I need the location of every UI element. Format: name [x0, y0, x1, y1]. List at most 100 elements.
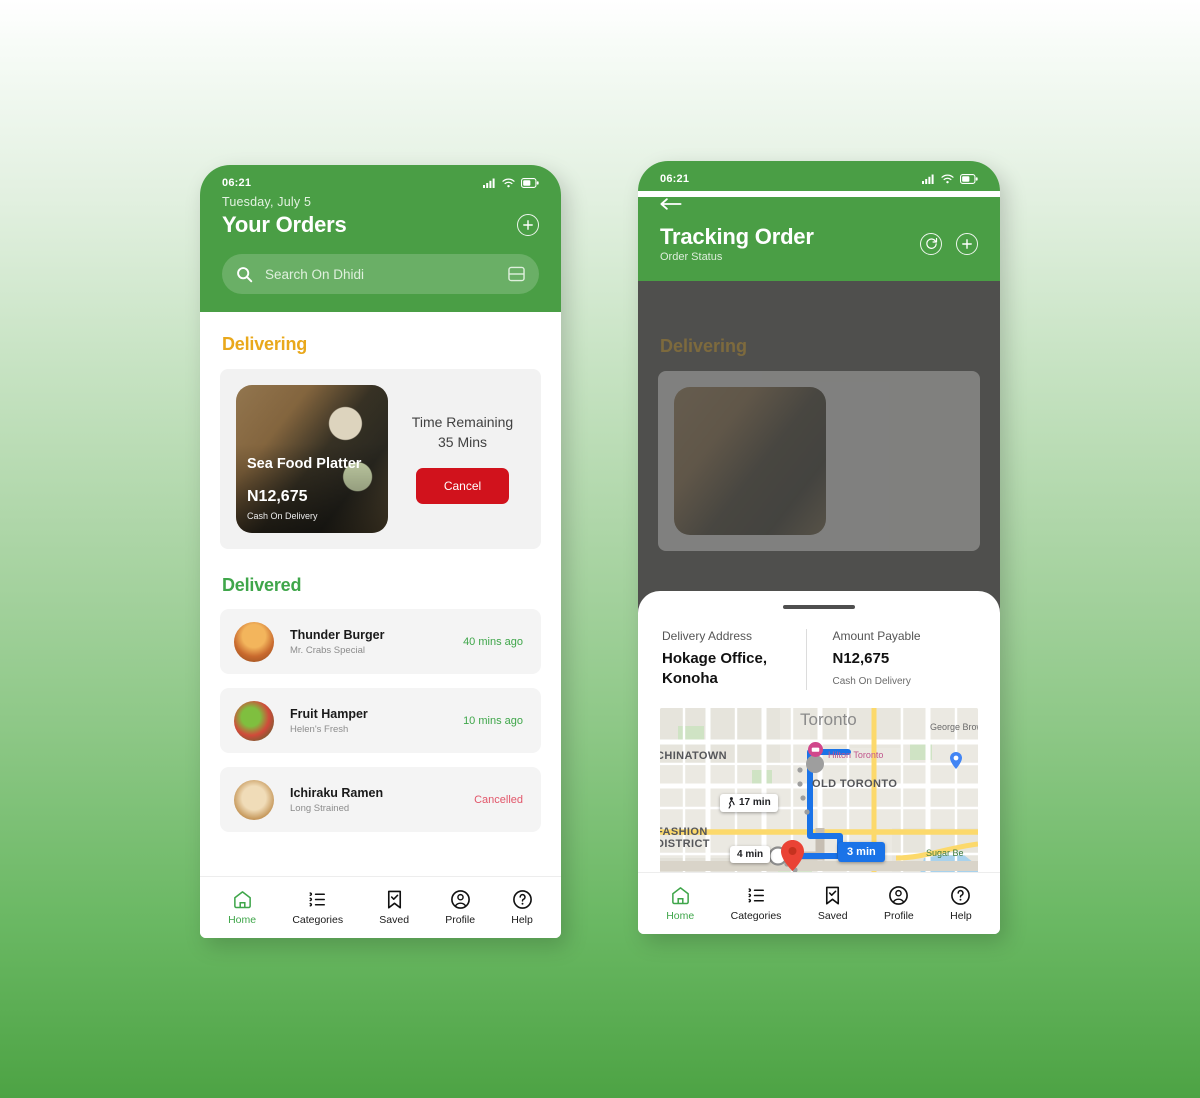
question-circle-icon — [951, 886, 971, 905]
question-circle-icon — [512, 890, 532, 909]
order-vendor: Helen's Fresh — [290, 723, 349, 735]
nav-label: Categories — [292, 914, 344, 926]
amount-payable-value: N12,675 — [832, 650, 890, 667]
status-badge: Cancelled — [474, 793, 523, 806]
add-button[interactable] — [956, 232, 978, 255]
nav-item-categories[interactable]: Categories — [730, 885, 782, 922]
table-row[interactable]: Thunder Burger Mr. Crabs Special 40 mins… — [220, 609, 541, 674]
time-remaining-label: Time Remaining — [411, 414, 514, 430]
page-subtitle: Order Status — [660, 251, 723, 263]
list-icon — [309, 892, 326, 907]
status-icons — [483, 178, 539, 188]
header-date: Tuesday, July 5 — [222, 195, 312, 209]
nav-label: Home — [228, 914, 257, 926]
nav-label: Categories — [730, 910, 782, 922]
status-badge: 10 mins ago — [463, 714, 523, 727]
list-icon — [748, 888, 764, 903]
table-row[interactable]: Fruit Hamper Helen's Fresh 10 mins ago — [220, 688, 541, 753]
nav-item-home[interactable]: Home — [228, 889, 256, 926]
order-name: Ichiraku Ramen — [290, 785, 384, 800]
user-circle-icon — [450, 890, 470, 909]
background-section-title: Delivering — [660, 336, 748, 356]
search-bar[interactable] — [222, 254, 539, 294]
battery-icon — [960, 174, 978, 184]
bottom-navigation: Home Categories Saved Profile Help — [200, 876, 561, 938]
page-title: Your Orders — [222, 212, 347, 237]
map-label-george-brown: George Brown College - S — [930, 721, 978, 732]
route-badge-drive-3[interactable]: 3 min — [838, 841, 885, 862]
wifi-icon — [502, 178, 515, 188]
table-row[interactable]: Ichiraku Ramen Long Strained Cancelled — [220, 767, 541, 832]
hotel-poi-icon — [808, 741, 823, 762]
food-price: N12,675 — [247, 488, 308, 505]
nav-item-help[interactable]: Help — [950, 885, 972, 922]
background-food-image — [674, 387, 826, 535]
order-vendor: Long Strained — [290, 802, 350, 814]
bottom-navigation: Home Categories Saved Profile Help — [638, 872, 1000, 934]
route-badge-label: 4 min — [737, 848, 764, 860]
nav-item-profile[interactable]: Profile — [884, 885, 914, 922]
amount-payable-label: Amount Payable — [832, 629, 921, 643]
status-badge: 40 mins ago — [463, 635, 523, 648]
order-thumbnail — [234, 700, 274, 741]
order-vendor: Mr. Crabs Special — [290, 644, 365, 656]
home-icon — [233, 891, 251, 909]
nav-item-saved[interactable]: Saved — [379, 889, 409, 926]
nav-label: Home — [666, 910, 695, 922]
route-badge-walk-17[interactable]: 17 min — [720, 793, 778, 812]
nav-label: Help — [950, 910, 972, 922]
map-label-sugar-beach: Sugar Be — [926, 847, 964, 858]
status-time: 06:21 — [222, 177, 252, 189]
add-order-button[interactable] — [517, 214, 539, 236]
delivering-order-card[interactable]: Sea Food Platter N12,675 Cash On Deliver… — [220, 369, 541, 549]
order-thumbnail — [234, 779, 274, 820]
order-name: Fruit Hamper — [290, 706, 368, 721]
time-remaining-value: 35 Mins — [437, 434, 488, 450]
search-input[interactable] — [265, 266, 496, 282]
plus-icon — [962, 238, 972, 249]
wifi-icon — [941, 174, 954, 184]
nav-label: Saved — [817, 910, 848, 922]
map-label-city: Toronto — [800, 709, 857, 729]
nav-item-home[interactable]: Home — [666, 885, 694, 922]
nav-item-saved[interactable]: Saved — [818, 885, 848, 922]
payment-method: Cash On Delivery — [247, 511, 318, 521]
delivering-section-title: Delivering — [222, 334, 308, 354]
cancel-order-button[interactable]: Cancel — [415, 468, 510, 504]
delivery-address-value: Hokage Office, Konoha — [662, 650, 768, 688]
nav-item-categories[interactable]: Categories — [292, 889, 343, 926]
back-button[interactable] — [660, 197, 978, 216]
map-label-fashion-district: FASHION DISTRICT — [660, 825, 710, 851]
sheet-drag-handle[interactable] — [783, 605, 855, 609]
user-circle-icon — [889, 886, 909, 905]
tracking-header: Tracking Order Order Status — [638, 197, 1000, 281]
payment-method-note: Cash On Delivery — [832, 676, 911, 688]
map-label-chinatown: CHINATOWN — [660, 749, 728, 762]
status-icons — [922, 174, 978, 184]
nav-item-help[interactable]: Help — [511, 889, 533, 926]
refresh-button[interactable] — [920, 232, 942, 255]
filter-icon[interactable] — [508, 266, 525, 282]
food-image: Sea Food Platter N12,675 Cash On Deliver… — [236, 385, 388, 533]
search-icon — [237, 266, 253, 282]
route-badge-walk-4[interactable]: 4 min — [730, 845, 771, 863]
nav-label: Profile — [445, 914, 476, 926]
orders-header: Tuesday, July 5 Your Orders — [200, 195, 561, 312]
tracking-phone-screen: 06:21 Tracking Order Order Status Delive… — [638, 161, 1000, 934]
nav-label: Profile — [884, 910, 914, 922]
status-bar: 06:21 — [638, 161, 1000, 191]
nav-item-profile[interactable]: Profile — [445, 889, 475, 926]
delivery-address-block: Delivery Address Hokage Office, Konoha — [662, 629, 806, 690]
order-name: Thunder Burger — [290, 627, 385, 642]
nav-label: Help — [511, 914, 533, 926]
map-label-hilton: Hilton Toronto — [828, 749, 884, 760]
status-bar: 06:21 — [200, 165, 561, 195]
home-icon — [671, 887, 689, 905]
back-arrow-icon — [660, 198, 682, 210]
order-thumbnail — [234, 621, 274, 662]
route-badge-label: 17 min — [739, 797, 771, 808]
signal-icon — [922, 174, 934, 184]
refresh-icon — [925, 237, 937, 249]
amount-payable-block: Amount Payable N12,675 Cash On Delivery — [805, 629, 977, 690]
signal-icon — [483, 178, 495, 188]
